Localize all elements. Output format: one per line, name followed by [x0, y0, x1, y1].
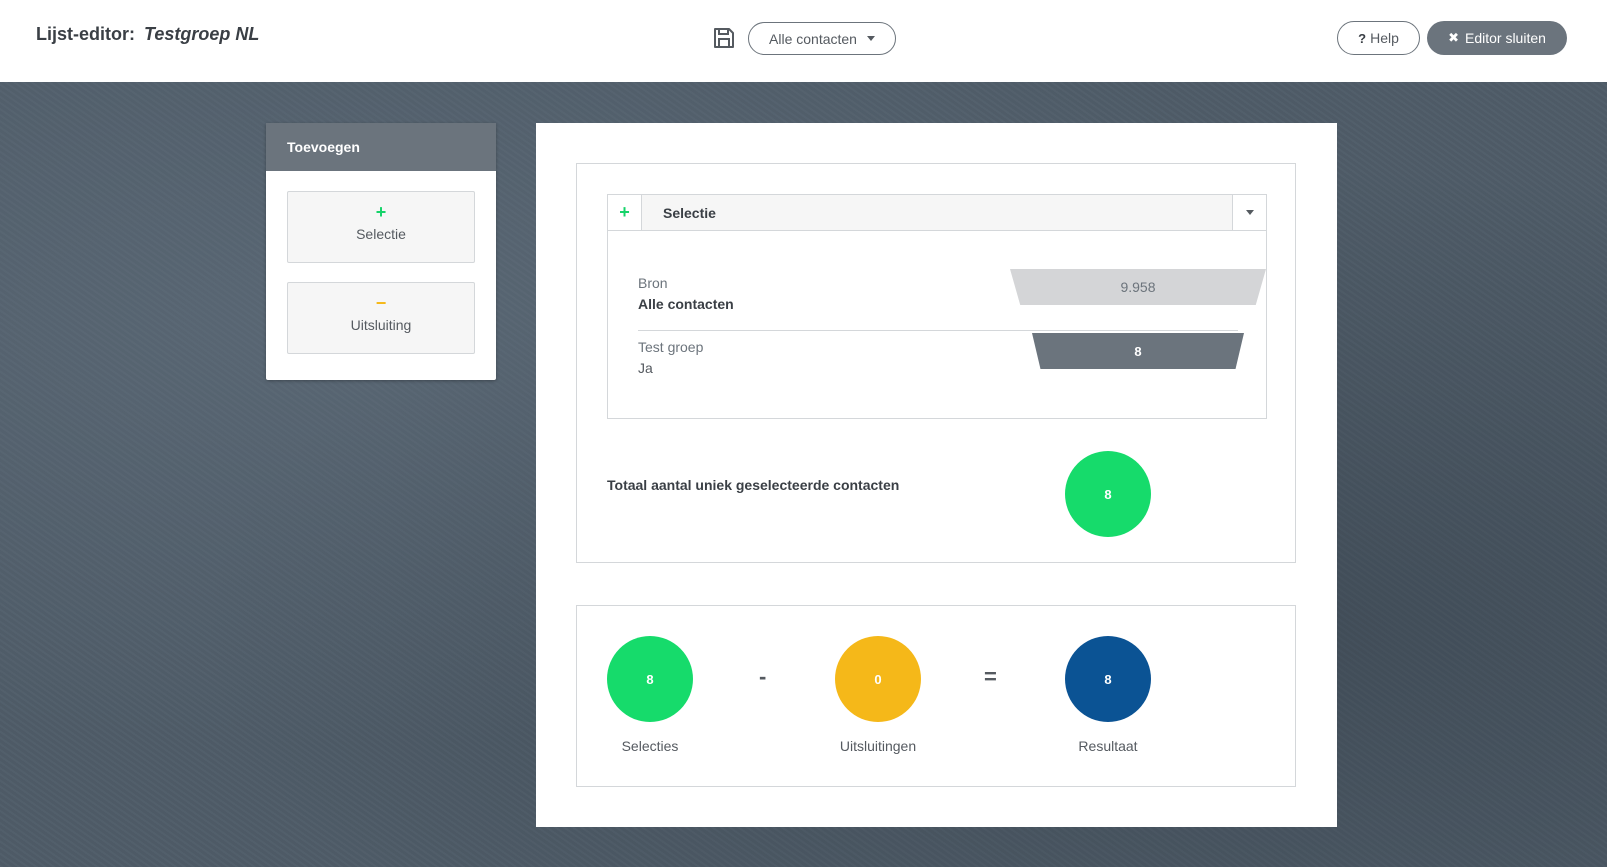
filter-row: Bron Alle contacten 9.958	[638, 267, 1266, 331]
filter-key: Bron	[638, 275, 668, 291]
minus-operator: -	[759, 664, 767, 689]
list-name: Testgroep NL	[144, 24, 260, 44]
total-unique-label: Totaal aantal uniek geselecteerde contac…	[607, 477, 900, 493]
add-panel-heading: Toevoegen	[266, 123, 496, 171]
caret-down-icon	[866, 36, 875, 41]
add-panel: Toevoegen + Selectie − Uitsluiting	[266, 123, 496, 380]
add-exclusion-button[interactable]: − Uitsluiting	[287, 282, 475, 354]
selection-block: + Selectie Bron Alle contacten 9.958 Tes…	[607, 194, 1267, 419]
total-count-circle: 8	[1065, 451, 1151, 537]
contacts-view-dropdown[interactable]: Alle contacten	[748, 22, 896, 55]
page-title: Lijst-editor: Testgroep NL	[36, 24, 259, 45]
minus-icon: −	[375, 293, 387, 313]
add-selection-label: Selectie	[356, 226, 406, 242]
selection-menu-button[interactable]	[1232, 195, 1266, 230]
funnel-count-bar: 8	[1032, 333, 1244, 369]
add-selection-button[interactable]: + Selectie	[287, 191, 475, 263]
result-label: Resultaat	[1078, 738, 1138, 754]
selection-section: + Selectie Bron Alle contacten 9.958 Tes…	[576, 163, 1296, 563]
exclusions-count-circle: 0	[835, 636, 921, 722]
title-prefix: Lijst-editor:	[36, 24, 135, 44]
filter-value: Alle contacten	[638, 296, 734, 312]
filter-row[interactable]: Test groep Ja 8	[638, 331, 1244, 395]
help-button[interactable]: ? Help	[1337, 21, 1420, 55]
exclusions-label: Uitsluitingen	[839, 738, 917, 754]
close-editor-label: Editor sluiten	[1464, 30, 1546, 46]
selections-count-circle: 8	[607, 636, 693, 722]
top-bar: Lijst-editor: Testgroep NL Alle contacte…	[0, 0, 1607, 82]
equals-operator: =	[984, 664, 997, 689]
help-label: Help	[1370, 30, 1399, 46]
selections-label: Selecties	[621, 738, 679, 754]
selection-header: + Selectie	[608, 195, 1266, 231]
close-icon: ✖	[1448, 30, 1459, 45]
plus-icon: +	[375, 202, 387, 222]
filter-value: Ja	[638, 360, 653, 376]
funnel-count-bar: 9.958	[1010, 269, 1266, 305]
add-exclusion-label: Uitsluiting	[350, 317, 412, 333]
close-editor-button[interactable]: ✖ Editor sluiten	[1427, 21, 1567, 55]
filter-key: Test groep	[638, 339, 704, 355]
summary-section: 8 Selecties - 0 Uitsluitingen = 8 Result…	[576, 605, 1296, 787]
caret-down-icon	[1245, 210, 1254, 215]
add-filter-plus-icon[interactable]: +	[608, 195, 642, 230]
editor-canvas: + Selectie Bron Alle contacten 9.958 Tes…	[536, 123, 1337, 827]
dropdown-label: Alle contacten	[769, 30, 857, 47]
save-icon[interactable]	[712, 26, 736, 50]
question-mark-icon: ?	[1358, 30, 1367, 46]
selection-title: Selectie	[663, 205, 716, 221]
result-count-circle: 8	[1065, 636, 1151, 722]
